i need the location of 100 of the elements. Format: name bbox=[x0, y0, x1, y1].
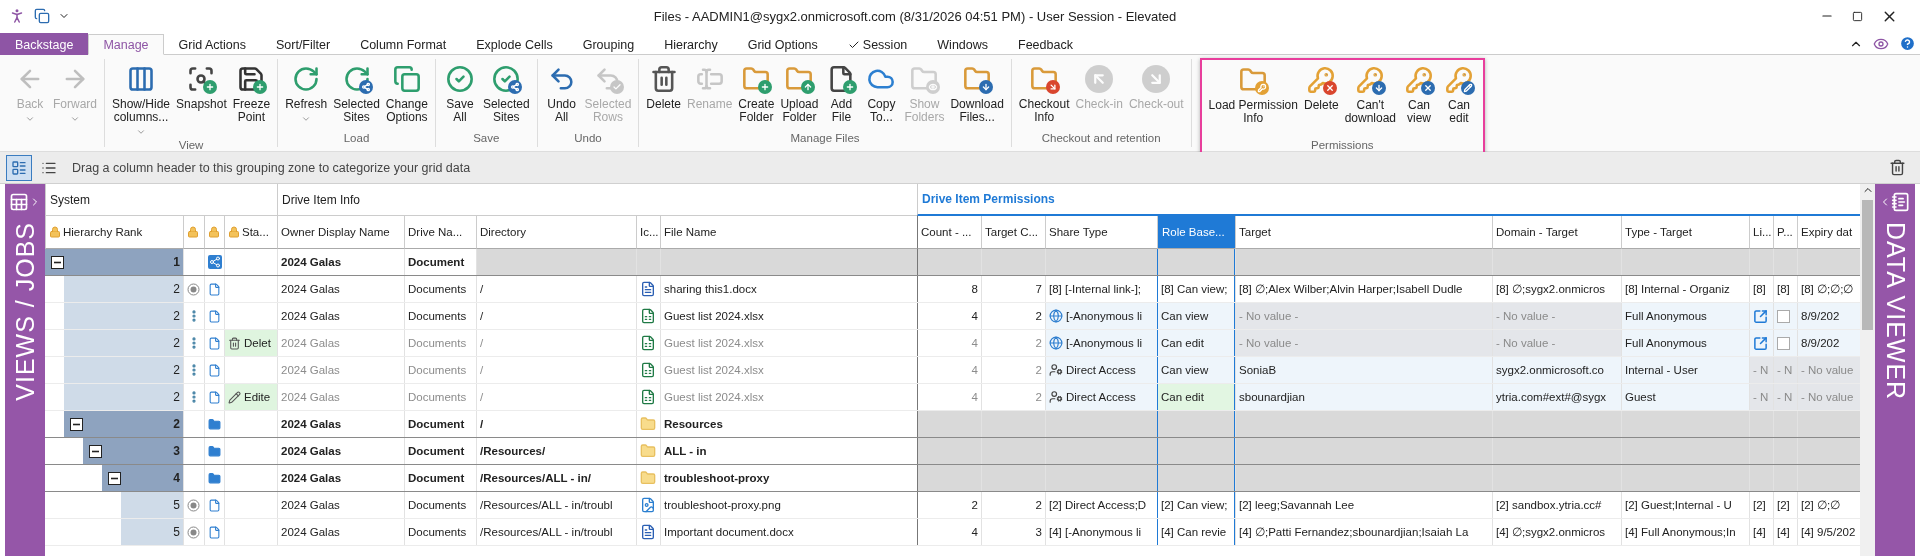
column-header[interactable]: P... bbox=[1777, 216, 1797, 248]
collapse-toggle[interactable] bbox=[70, 417, 83, 431]
column-header[interactable]: Expiry dat bbox=[1801, 216, 1860, 248]
rank-number: 2 bbox=[173, 309, 180, 323]
ribbon-button[interactable]: Selected Sites bbox=[330, 61, 383, 126]
ribbon-button[interactable]: Delete bbox=[1300, 62, 1342, 114]
view-button[interactable] bbox=[6, 154, 32, 181]
lock-icon bbox=[208, 226, 220, 238]
external-link-icon[interactable] bbox=[1753, 308, 1768, 324]
ribbon-button[interactable]: Snapshot bbox=[173, 61, 230, 113]
cell-text: Direct Access bbox=[1066, 391, 1136, 403]
tab[interactable]: Backstage bbox=[0, 33, 89, 55]
table-cell: 4 bbox=[917, 519, 981, 545]
column-header[interactable]: Owner Display Name bbox=[281, 216, 404, 248]
help-icon[interactable] bbox=[1899, 35, 1916, 52]
ribbon-button[interactable]: Load Permission Info bbox=[1205, 62, 1301, 127]
list-panel-icon[interactable] bbox=[1891, 192, 1911, 212]
external-link-icon[interactable] bbox=[1753, 335, 1768, 351]
rank-number: 2 bbox=[173, 363, 180, 377]
table-cell: 4 bbox=[917, 357, 981, 383]
tab[interactable]: Grouping bbox=[567, 34, 650, 55]
ribbon-button[interactable]: Freeze Point bbox=[229, 61, 274, 126]
scrollbar[interactable] bbox=[1860, 184, 1875, 556]
ribbon-button[interactable]: Selected Sites bbox=[479, 61, 533, 126]
column-header[interactable]: Share Type bbox=[1049, 216, 1157, 248]
trash-icon bbox=[228, 336, 241, 350]
cell-text: [-Anonymous li bbox=[1066, 337, 1143, 349]
collapse-toggle[interactable] bbox=[51, 255, 64, 269]
table-icon[interactable] bbox=[9, 192, 29, 212]
table-cell: - No value - bbox=[1235, 303, 1492, 329]
tab[interactable]: Grid Actions bbox=[163, 34, 261, 55]
ribbon-button[interactable]: Save All bbox=[439, 61, 480, 126]
ribbon-button[interactable]: Upload Folder bbox=[777, 61, 822, 126]
folder-icon bbox=[208, 470, 221, 486]
table-cell: Internal - User bbox=[1621, 357, 1749, 383]
column-header[interactable]: Drive Na... bbox=[408, 216, 476, 248]
column-header[interactable]: Target C... bbox=[985, 216, 1045, 248]
column-header[interactable]: Sta... bbox=[242, 216, 277, 248]
tab[interactable]: Column Format bbox=[345, 34, 462, 55]
column-header[interactable]: Li... bbox=[1753, 216, 1773, 248]
band-header: System bbox=[45, 184, 277, 216]
file-icon bbox=[208, 389, 221, 405]
ribbon-button[interactable]: Create Folder bbox=[735, 61, 778, 126]
tab[interactable]: Windows bbox=[922, 34, 1004, 55]
checkbox[interactable] bbox=[1777, 309, 1790, 323]
table-cell: 4 bbox=[917, 384, 981, 410]
table-cell: Can edit bbox=[1157, 330, 1235, 356]
column-header[interactable]: Hierarchy Rank bbox=[63, 216, 183, 248]
globe-icon bbox=[1049, 336, 1063, 350]
collapse-toggle[interactable] bbox=[89, 444, 102, 458]
ribbon-button[interactable]: Show/Hide columns... bbox=[109, 61, 174, 139]
ribbon-button[interactable]: Can't download bbox=[1341, 62, 1400, 127]
status-text: Delet bbox=[244, 337, 271, 349]
column-header[interactable]: Ic... bbox=[640, 216, 660, 248]
ribbon-button[interactable]: Delete bbox=[643, 61, 684, 113]
tab[interactable]: Feedback bbox=[1003, 34, 1088, 55]
ribbon-button[interactable]: Download Files... bbox=[947, 61, 1007, 126]
rank-number: 5 bbox=[173, 525, 180, 539]
copy-icon[interactable] bbox=[34, 8, 50, 24]
checkbox[interactable] bbox=[1777, 336, 1790, 350]
table-cell: - No value bbox=[1797, 357, 1860, 383]
ribbon-button[interactable]: Add File bbox=[821, 61, 862, 126]
column-header[interactable]: Target bbox=[1239, 216, 1492, 248]
column-header[interactable]: Role Base... bbox=[1158, 216, 1235, 248]
tab[interactable]: Grid Options bbox=[732, 34, 833, 55]
grouping-hint: Drag a column header to this grouping zone to categorize your grid data bbox=[72, 160, 471, 175]
restore-icon[interactable] bbox=[1852, 10, 1863, 22]
ribbon-button[interactable]: Change Options bbox=[382, 61, 431, 126]
table-cell: 8/9/202 bbox=[1797, 330, 1860, 356]
tab[interactable]: Explode Cells bbox=[461, 34, 568, 55]
collapse-toggle[interactable] bbox=[108, 471, 121, 485]
ribbon-button[interactable]: Refresh bbox=[282, 61, 331, 126]
spreadsheet-file-icon bbox=[640, 308, 656, 324]
table-cell: [8] Can view; bbox=[1157, 276, 1235, 302]
column-header[interactable]: Directory bbox=[480, 216, 636, 248]
ribbon-button[interactable]: Can view bbox=[1399, 62, 1440, 127]
rank-number: 2 bbox=[173, 390, 180, 404]
ribbon-button[interactable]: Can edit bbox=[1439, 62, 1480, 127]
folder-icon bbox=[640, 443, 656, 459]
table-cell: Can view bbox=[1157, 303, 1235, 329]
tab[interactable]: Session bbox=[832, 34, 923, 55]
column-header[interactable]: Count - ... bbox=[921, 216, 981, 248]
trash-icon[interactable] bbox=[1889, 159, 1906, 176]
tab[interactable]: Hierarchy bbox=[649, 34, 733, 55]
band-header: Drive Item Info bbox=[277, 184, 917, 216]
column-header[interactable]: File Name bbox=[664, 216, 917, 248]
column-header[interactable]: Domain - Target bbox=[1496, 216, 1621, 248]
folder-icon bbox=[208, 416, 221, 432]
tab[interactable]: Sort/Filter bbox=[260, 34, 346, 55]
detail-list-icon bbox=[11, 159, 27, 176]
ribbon-button[interactable]: Copy To... bbox=[861, 61, 902, 126]
column-header[interactable]: Type - Target bbox=[1625, 216, 1749, 248]
table-cell: 4 bbox=[917, 303, 981, 329]
ribbon-button[interactable]: Undo All bbox=[541, 61, 582, 126]
table-cell: 2 bbox=[981, 357, 1045, 383]
table-cell: 3 bbox=[981, 519, 1045, 545]
table-cell: 7 bbox=[981, 276, 1045, 302]
tab[interactable]: Manage bbox=[88, 34, 164, 55]
file-icon bbox=[208, 308, 221, 324]
ribbon-button[interactable]: Checkout Info bbox=[1015, 61, 1073, 126]
